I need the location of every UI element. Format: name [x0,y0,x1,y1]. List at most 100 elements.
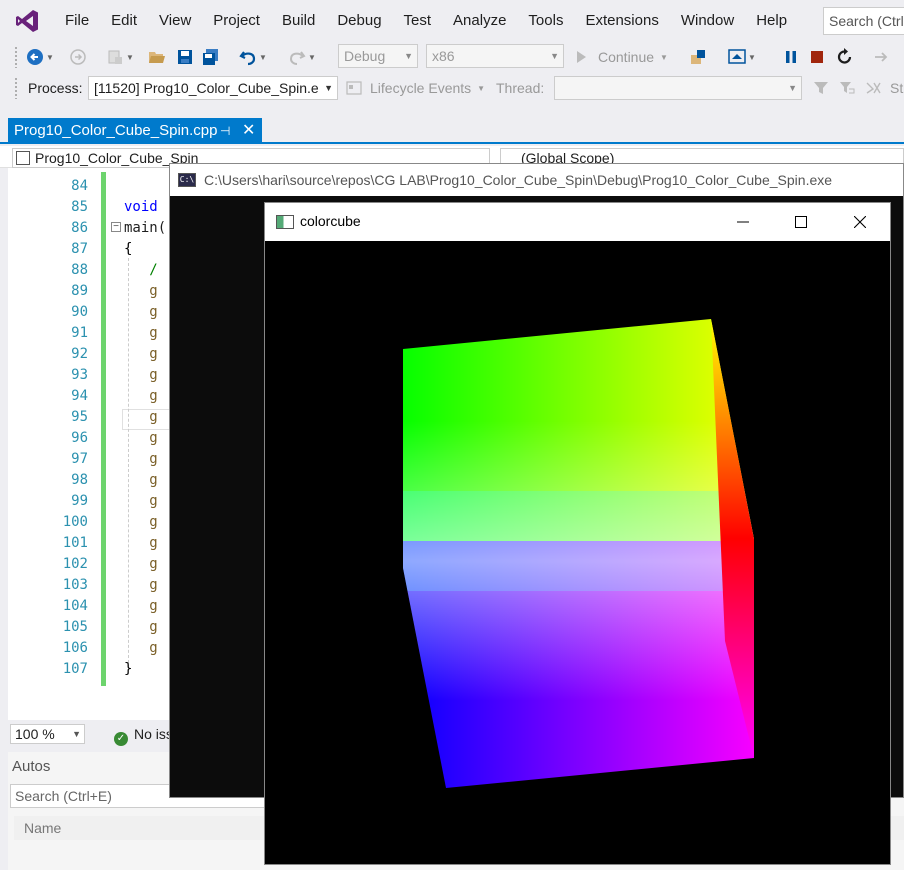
toolbar-grip[interactable] [14,77,18,99]
platform-select[interactable]: x86 ▼ [426,44,564,68]
line-number: 100 [62,514,88,530]
menu-item-edit[interactable]: Edit [100,0,148,42]
stack-frame-button [862,76,886,100]
code-line[interactable]: g [124,386,157,407]
find-source-button[interactable] [686,45,710,69]
code-line[interactable]: g [124,575,157,596]
cube-render-canvas[interactable] [265,241,890,864]
chevron-down-icon: ▼ [324,83,333,93]
code-line[interactable]: g [124,365,157,386]
code-line[interactable]: / [124,260,157,281]
console-title: C:\Users\hari\source\repos\CG LAB\Prog10… [204,172,833,188]
colorcube-titlebar[interactable]: colorcube [265,203,890,241]
pin-icon[interactable]: ⊣ [220,118,230,144]
search-input[interactable]: Search (Ctrl [823,7,904,35]
code-line[interactable]: void [124,197,158,218]
save-button[interactable] [174,45,196,69]
code-line[interactable]: g [124,470,157,491]
close-button[interactable] [837,203,883,241]
menu-item-analyze[interactable]: Analyze [442,0,517,42]
back-button[interactable]: ▼ [26,45,54,69]
code-line[interactable]: g [124,638,157,659]
code-line[interactable]: g [124,512,157,533]
new-project-button: ▼ [104,45,136,69]
menu-item-build[interactable]: Build [271,0,326,42]
stop-debugging-button[interactable] [806,45,828,69]
code-line[interactable]: } [124,659,132,680]
collapse-icon[interactable]: − [111,222,121,232]
project-icon [16,151,30,165]
chevron-down-icon: ▼ [477,83,486,93]
new-project-icon [108,50,123,64]
browser-link-button[interactable]: ▼ [722,45,762,69]
save-all-button[interactable] [200,45,222,69]
code-line[interactable]: g [124,344,157,365]
menu-item-extensions[interactable]: Extensions [574,0,669,42]
forward-arrow-icon [70,49,86,65]
code-line[interactable]: g [124,617,157,638]
code-line[interactable]: main( [124,218,166,239]
configuration-select[interactable]: Debug ▼ [338,44,418,68]
menu-item-file[interactable]: File [54,0,100,42]
undo-button[interactable]: ▼ [236,45,270,69]
chevron-down-icon: ▼ [404,51,413,61]
code-line[interactable]: g [124,407,157,428]
lifecycle-icon [346,81,362,95]
process-select[interactable]: [11520] Prog10_Color_Cube_Spin.e ▼ [88,76,338,100]
menu-item-help[interactable]: Help [745,0,798,42]
chevron-down-icon: ▼ [46,52,54,62]
line-number: 90 [71,304,88,320]
filter-icon [814,82,828,94]
code-line[interactable]: g [124,554,157,575]
change-tracking-bar [101,172,106,686]
line-number: 92 [71,346,88,362]
restart-button[interactable] [834,45,856,69]
issues-indicator[interactable]: ✓ No iss [114,724,173,746]
line-number: 97 [71,451,88,467]
code-line[interactable]: g [124,449,157,470]
menu-bar: File Edit View Project Build Debug Test Analyze… [0,0,904,42]
close-icon [854,216,866,228]
visual-studio-logo[interactable] [14,8,40,34]
code-line[interactable]: g [124,491,157,512]
line-number: 93 [71,367,88,383]
zoom-select[interactable]: 100 % ▼ [10,724,85,744]
flag-threads-button [836,76,858,100]
undo-icon [239,51,256,66]
document-tabstrip: Prog10_Color_Cube_Spin.cpp ⊣ ✕ [0,118,904,144]
tab-document[interactable]: Prog10_Color_Cube_Spin.cpp ⊣ ✕ [8,118,262,144]
toolbar-grip[interactable] [14,46,18,68]
break-all-button[interactable] [780,45,802,69]
chevron-down-icon: ▼ [259,52,267,62]
open-file-button[interactable] [146,45,168,69]
code-line[interactable]: g [124,533,157,554]
menu-item-debug[interactable]: Debug [326,0,392,42]
line-number: 96 [71,430,88,446]
minimize-button[interactable] [720,203,766,241]
chevron-down-icon: ▼ [660,52,668,62]
continue-button[interactable]: Continue ▼ [574,45,674,69]
thread-select: ▼ [554,76,802,100]
standard-toolbar: ▼ ▼ ▼ ▼ Debug ▼ x86 ▼ Continue ▼ ▼ [0,42,904,72]
menu-item-test[interactable]: Test [393,0,443,42]
code-line[interactable]: g [124,302,157,323]
debug-location-toolbar: Process: [11520] Prog10_Color_Cube_Spin.… [0,73,904,103]
code-line[interactable]: g [124,281,157,302]
code-line[interactable]: { [124,239,132,260]
console-titlebar[interactable]: C:\ C:\Users\hari\source\repos\CG LAB\Pr… [170,164,903,196]
menu-item-tools[interactable]: Tools [517,0,574,42]
close-icon[interactable]: ✕ [242,118,255,144]
colorcube-window[interactable]: colorcube [264,202,891,865]
code-line[interactable]: g [124,323,157,344]
code-line[interactable]: g [124,428,157,449]
menu-item-view[interactable]: View [148,0,202,42]
zoom-value: 100 % [15,726,55,742]
platform-value: x86 [432,48,455,64]
maximize-button[interactable] [778,203,824,241]
code-line[interactable]: g [124,596,157,617]
menu-item-project[interactable]: Project [202,0,271,42]
play-icon [577,51,586,63]
line-number: 86 [71,220,88,236]
save-icon [178,50,192,64]
menu-item-window[interactable]: Window [670,0,745,42]
